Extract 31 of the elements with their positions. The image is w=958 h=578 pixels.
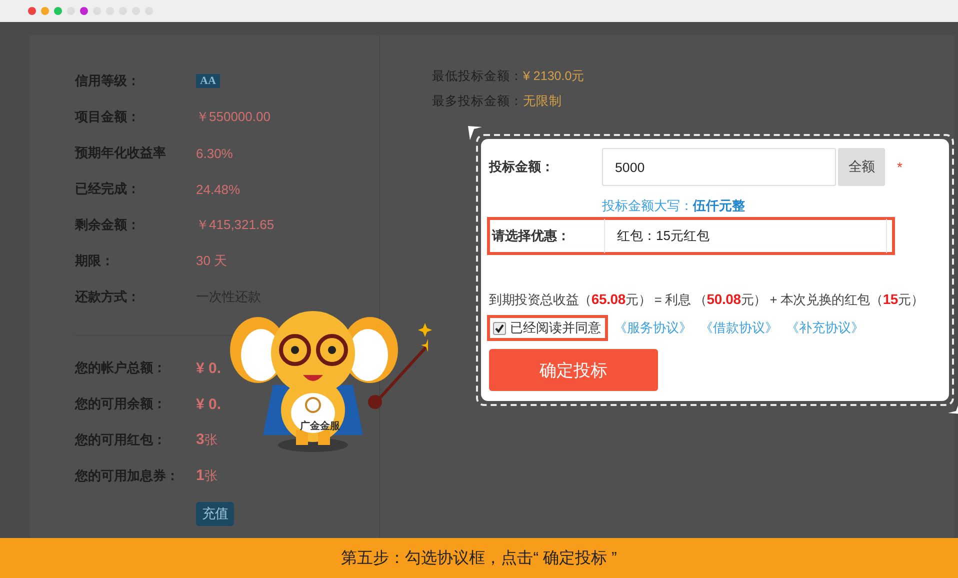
info-value: ￥415,321.65	[196, 216, 274, 234]
recharge-button[interactable]: 充值	[196, 502, 234, 526]
limit-value: 无限制	[523, 93, 562, 110]
amount-label: 投标金额：	[489, 158, 555, 176]
confirm-bid-button[interactable]: 确定投标	[489, 349, 658, 391]
agreement-link[interactable]: 《服务协议》	[614, 319, 692, 337]
limit-value: ¥ 2130.0元	[523, 68, 585, 85]
info-value: 30 天	[196, 252, 228, 270]
mascot-badge-text: 广金金服	[300, 419, 340, 433]
discount-label: 请选择优惠：	[490, 227, 571, 245]
amount-input[interactable]: 5000	[602, 148, 836, 186]
agreement-link[interactable]: 《补充协议》	[786, 319, 864, 337]
credit-badge: AA	[196, 74, 220, 88]
info-value: 6.30%	[196, 146, 233, 160]
agreement-link[interactable]: 《借款协议》	[700, 319, 778, 337]
account-value: ¥ 0.	[196, 360, 222, 376]
account-value: ¥ 0.	[196, 396, 222, 412]
agree-label: 已经阅读并同意	[510, 319, 601, 337]
corner-mark	[468, 126, 482, 140]
full-amount-button[interactable]: 全额	[838, 148, 885, 186]
amount-in-words: 投标金额大写：伍仟元整	[602, 197, 746, 215]
discount-select[interactable]: 红包：15元红包	[604, 219, 887, 253]
info-value: ￥550000.00	[196, 108, 270, 126]
required-mark: *	[897, 159, 902, 175]
earnings-summary: 到期投资总收益（65.08元） = 利息 （50.08元） + 本次兑换的红包（15元）	[489, 291, 925, 309]
account-value: 1张	[196, 467, 218, 485]
agree-checkbox[interactable]: 已经阅读并同意	[487, 315, 608, 341]
info-value: 24.48%	[196, 182, 240, 196]
sparkle-icon	[418, 323, 432, 337]
step-caption: 第五步：勾选协议框，点击“ 确定投标 ”	[341, 548, 617, 568]
account-value: 3张	[196, 431, 218, 449]
